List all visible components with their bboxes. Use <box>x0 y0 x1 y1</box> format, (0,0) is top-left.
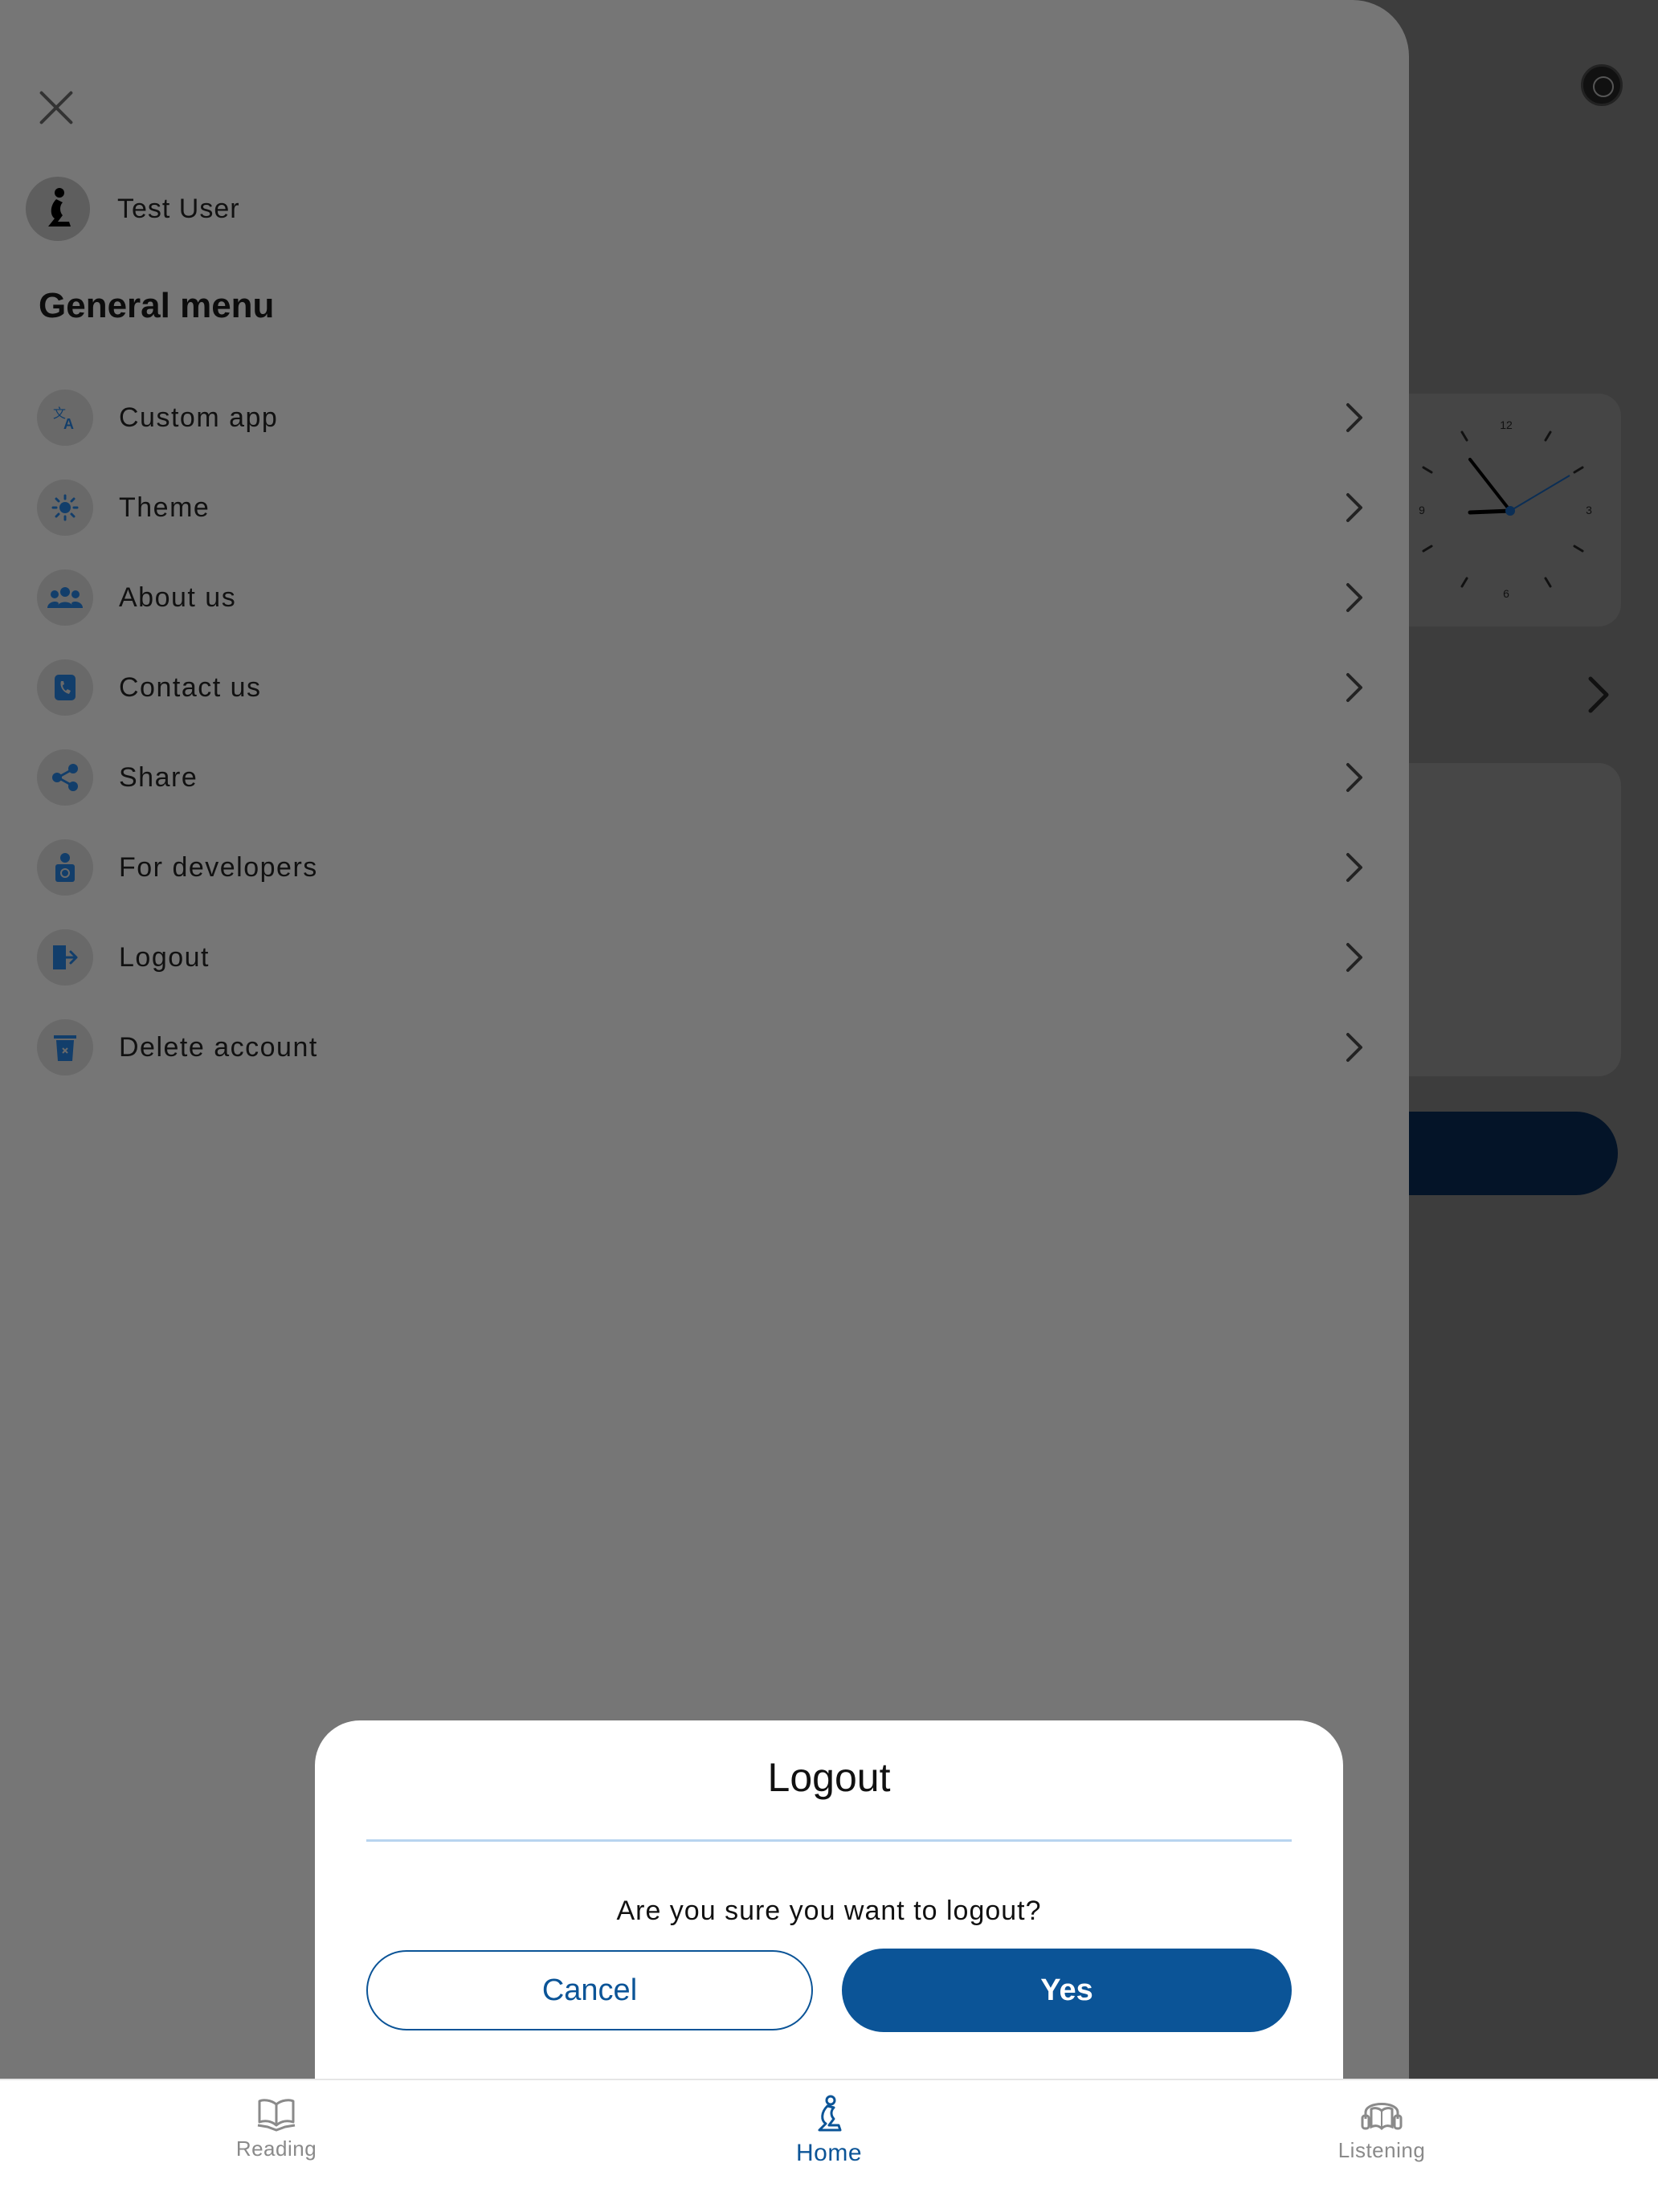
menu-item-contact-us[interactable]: Contact us <box>37 643 1370 733</box>
menu-item-custom-app[interactable]: 文 A Custom app <box>37 373 1370 463</box>
tab-home[interactable]: Home <box>749 2095 909 2167</box>
dialog-message: Are you sure you want to logout? <box>616 1896 1042 1926</box>
menu-item-for-developers[interactable]: For developers <box>37 822 1370 912</box>
clock-number: 6 <box>1503 587 1509 600</box>
dialog-title: Logout <box>767 1755 891 1800</box>
translate-icon: 文 A <box>37 390 93 446</box>
menu-section-title: General menu <box>39 286 275 325</box>
user-profile[interactable]: Test User <box>26 177 240 241</box>
menu-item-delete-account[interactable]: Delete account <box>37 1002 1370 1092</box>
tab-reading[interactable]: Reading <box>196 2095 357 2161</box>
sun-icon <box>37 480 93 536</box>
share-icon <box>37 749 93 806</box>
dialog-divider <box>366 1839 1292 1842</box>
clock-number: 12 <box>1500 418 1513 431</box>
chevron-right-icon <box>1346 853 1362 882</box>
logout-dialog: Logout Are you sure you want to logout? … <box>315 1720 1343 2079</box>
menu-item-label: Delete account <box>119 1031 318 1063</box>
cancel-button[interactable]: Cancel <box>366 1950 813 2030</box>
book-icon <box>257 2099 296 2132</box>
developer-icon <box>37 839 93 896</box>
menu-list: 文 A Custom app Theme About us Contact us… <box>37 373 1370 1092</box>
chevron-right-icon <box>1346 403 1362 432</box>
chevron-right-icon <box>1346 1033 1362 1062</box>
analog-clock: 12 3 6 9 <box>1419 418 1592 600</box>
menu-item-label: Share <box>119 761 198 793</box>
content-card <box>1409 763 1621 1076</box>
chevron-right-icon <box>1346 943 1362 972</box>
praying-person-icon <box>818 2095 842 2132</box>
chevron-right-icon <box>1346 583 1362 612</box>
trash-icon <box>37 1019 93 1075</box>
user-name: Test User <box>117 193 240 224</box>
chevron-right-icon <box>1346 673 1362 702</box>
tab-label: Reading <box>235 2136 317 2161</box>
chevron-right-icon <box>1588 676 1609 713</box>
tab-label: Home <box>795 2140 863 2166</box>
headphones-book-icon <box>1361 2103 1403 2131</box>
phone-icon <box>37 659 93 716</box>
tab-label: Listening <box>1337 2138 1426 2162</box>
clock-number: 3 <box>1586 504 1592 516</box>
bottom-navigation: Reading Home Listening <box>0 2079 1658 2212</box>
menu-item-share[interactable]: Share <box>37 733 1370 822</box>
menu-item-label: Custom app <box>119 402 279 433</box>
logout-icon <box>37 929 93 986</box>
clock-number: 9 <box>1419 504 1425 516</box>
menu-item-label: For developers <box>119 851 318 883</box>
qibla-compass-icon <box>1581 64 1623 106</box>
tab-listening[interactable]: Listening <box>1301 2095 1462 2163</box>
menu-item-theme[interactable]: Theme <box>37 463 1370 553</box>
chevron-right-icon <box>1346 763 1362 792</box>
menu-item-logout[interactable]: Logout <box>37 912 1370 1002</box>
menu-item-label: Theme <box>119 492 210 523</box>
menu-item-label: About us <box>119 582 237 613</box>
chevron-right-icon <box>1346 493 1362 522</box>
svg-text:A: A <box>63 416 74 432</box>
menu-item-label: Logout <box>119 941 210 973</box>
praying-person-icon <box>48 188 71 227</box>
confirm-logout-button[interactable]: Yes <box>842 1949 1292 2032</box>
group-icon <box>37 569 93 626</box>
menu-item-about-us[interactable]: About us <box>37 553 1370 643</box>
menu-item-label: Contact us <box>119 671 262 703</box>
avatar <box>26 177 90 241</box>
close-icon[interactable] <box>37 88 76 127</box>
